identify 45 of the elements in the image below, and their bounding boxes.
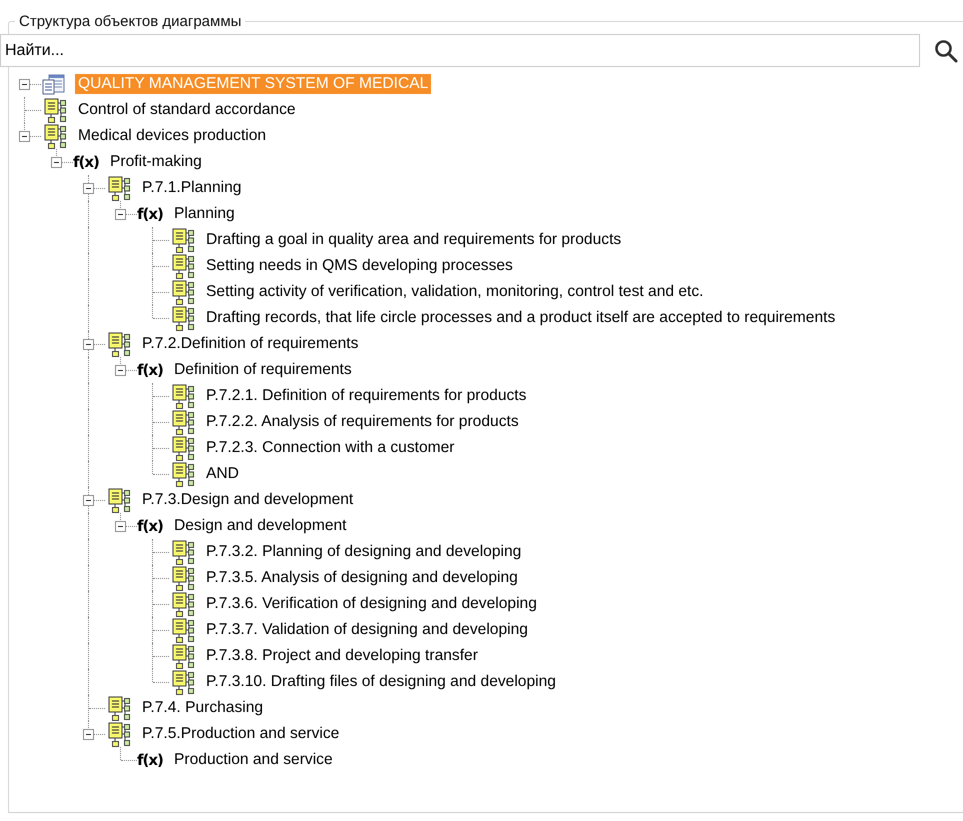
- collapse-toggle[interactable]: [83, 495, 94, 506]
- tree-item-label[interactable]: AND: [203, 464, 242, 484]
- function-icon: f(x): [137, 205, 163, 223]
- collapse-toggle[interactable]: [83, 339, 94, 350]
- tree-item-label[interactable]: P.7.3.8. Project and developing transfer: [203, 646, 481, 666]
- tree-item-label[interactable]: P.7.3.6. Verification of designing and developing: [203, 594, 540, 614]
- collapse-toggle[interactable]: [115, 521, 126, 532]
- function-icon: f(x): [73, 153, 99, 171]
- collapse-toggle[interactable]: [115, 365, 126, 376]
- tree-item-label[interactable]: P.7.2.1. Definition of requirements for products: [203, 386, 530, 406]
- tree-item-label[interactable]: Planning: [171, 204, 238, 224]
- tree-item-label[interactable]: Definition of requirements: [171, 360, 355, 380]
- document-icon: [41, 74, 65, 94]
- tree-item-label[interactable]: P.7.1.Planning: [139, 178, 244, 198]
- tree-item-label[interactable]: P.7.3.7. Validation of designing and developing: [203, 620, 531, 640]
- tree-item-label[interactable]: Profit-making: [107, 152, 205, 172]
- tree-item-label[interactable]: Setting activity of verification, validation, monitoring, control test and etc.: [203, 282, 707, 302]
- collapse-toggle[interactable]: [115, 209, 126, 220]
- collapse-toggle[interactable]: [83, 729, 94, 740]
- search-field[interactable]: Найти...: [0, 34, 920, 67]
- search-icon[interactable]: [934, 38, 958, 62]
- tree-item-label[interactable]: P.7.3.Design and development: [139, 490, 356, 510]
- tree-item-label[interactable]: P.7.5.Production and service: [139, 724, 342, 744]
- tree-item-label[interactable]: Setting needs in QMS developing processes: [203, 256, 516, 276]
- tree-item-label[interactable]: Design and development: [171, 516, 350, 536]
- tree-item-label[interactable]: Drafting records, that life circle processes and a product itself are accepted to requirements: [203, 308, 838, 328]
- collapse-toggle[interactable]: [19, 79, 30, 90]
- tree-item-label[interactable]: Drafting a goal in quality area and requirements for products: [203, 230, 624, 250]
- collapse-toggle[interactable]: [83, 183, 94, 194]
- tree-item-label[interactable]: P.7.3.2. Planning of designing and developing: [203, 542, 524, 562]
- tree-item-label[interactable]: Medical devices production: [75, 126, 270, 146]
- function-icon: f(x): [137, 751, 163, 769]
- function-icon: f(x): [137, 517, 163, 535]
- function-icon: f(x): [137, 361, 163, 379]
- tree-item-label[interactable]: P.7.4. Purchasing: [139, 698, 266, 718]
- collapse-toggle[interactable]: [19, 131, 30, 142]
- tree-item-label[interactable]: P.7.3.5. Analysis of designing and developing: [203, 568, 521, 588]
- group-title: Структура объектов диаграммы: [18, 13, 242, 30]
- tree-item-label[interactable]: P.7.3.10. Drafting files of designing and developing: [203, 672, 559, 692]
- tree-item-label[interactable]: P.7.2.Definition of requirements: [139, 334, 362, 354]
- tree-item-label[interactable]: P.7.2.3. Connection with a customer: [203, 438, 458, 458]
- tree-item-label[interactable]: Control of standard accordance: [75, 100, 299, 120]
- collapse-toggle[interactable]: [51, 157, 62, 168]
- tree-item-label[interactable]: P.7.2.2. Analysis of requirements for products: [203, 412, 522, 432]
- tree-item-label[interactable]: Production and service: [171, 750, 336, 770]
